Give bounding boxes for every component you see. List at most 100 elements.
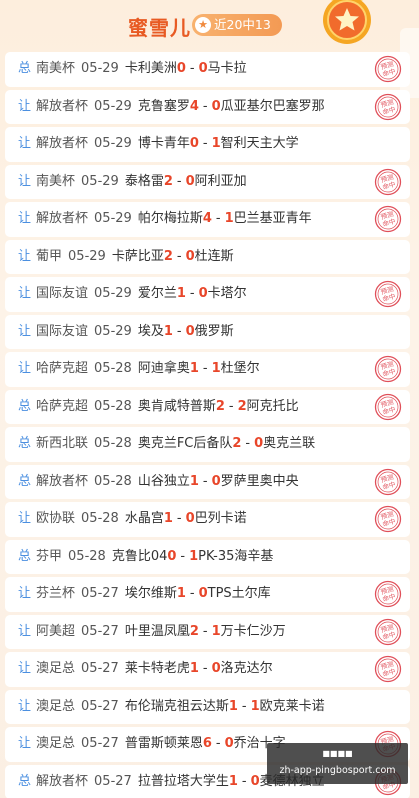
home-team: 埃及 [137, 323, 164, 339]
match-row[interactable]: 总芬甲 05-28 克鲁比040-1PK-35海辛基 [5, 539, 410, 574]
match-type: 总 [18, 61, 32, 76]
match-row[interactable]: 让澳足总 05-27 莱卡特老虎1-0洛克达尔 预测 命中 [5, 652, 410, 687]
match-date: 05-29 [81, 61, 119, 76]
home-team: 奥肯咸特普斯 [137, 398, 216, 414]
away-team: 阿克托比 [246, 398, 299, 414]
match-type: 总 [18, 473, 32, 489]
star-icon: ★ [195, 17, 211, 33]
match-type: 让 [18, 211, 32, 226]
home-score: 0 [167, 548, 177, 564]
home-score: 2 [232, 436, 242, 451]
away-score: 0 [185, 173, 195, 189]
match-type: 让 [18, 736, 32, 751]
home-team: 泰格雷 [124, 173, 164, 189]
match-row[interactable]: 让解放者杯 05-29 帕尔梅拉斯4-1巴兰基亚青年 预测 命中 [5, 202, 410, 237]
home-team: 拉普拉塔大学生 [137, 773, 229, 789]
away-team: 万卡仁沙万 [220, 623, 286, 639]
away-score: 0 [211, 98, 221, 114]
home-team: 水晶宫 [124, 511, 164, 526]
hit-stamp-icon: 预测命中 [374, 580, 402, 608]
league-name: 澳足总 [36, 736, 76, 751]
hit-stamp-icon: 预测命中 [374, 468, 402, 495]
match-row[interactable]: 让澳足总 05-27 布伦瑞克祖云达斯1-1欧克莱卡诺 [5, 689, 410, 724]
hit-stamp-icon: 预测命中 [374, 505, 402, 533]
away-score: 0 [185, 248, 195, 264]
match-list: 总南美杯 05-29 卡利美洲0-0马卡拉 预测 命中让解放者杯 05-29 克鲁塞罗4-0… [5, 52, 410, 798]
home-score: 4 [202, 211, 212, 226]
match-type: 总 [18, 398, 32, 414]
hit-stamp-icon: 预测命中 [374, 618, 402, 645]
match-row[interactable]: 让哈萨克超 05-28 阿迪拿奥1-1杜堡尔 预测 命中 [5, 352, 410, 387]
record-badge: ★ 近20中13 [192, 14, 282, 36]
match-type: 让 [18, 286, 32, 301]
match-date: 05-27 [94, 773, 132, 789]
league-name: 南美杯 [36, 173, 76, 189]
score-separator: - [189, 586, 195, 601]
away-score: 0 [211, 473, 221, 489]
hit-stamp-icon: 预测命中 [374, 393, 402, 420]
match-row[interactable]: 总南美杯 05-29 卡利美洲0-0马卡拉 预测 命中 [5, 52, 410, 87]
home-score: 1 [163, 323, 173, 339]
match-type: 让 [18, 98, 32, 114]
match-row[interactable]: 让芬兰杯 05-27 埃尔维斯1-0TPS土尔库 预测 命中 [5, 577, 410, 612]
away-team: 杜堡尔 [220, 361, 260, 376]
home-score: 0 [189, 136, 199, 151]
match-type: 让 [18, 173, 32, 189]
match-row[interactable]: 让解放者杯 05-29 克鲁塞罗4-0瓜亚基尔巴塞罗那 预测 命中 [5, 89, 410, 124]
match-date: 05-28 [94, 361, 132, 376]
hit-stamp-icon: 预测命中 [374, 280, 402, 308]
match-row[interactable]: 总解放者杯 05-28 山谷独立1-0罗萨里奥中央 预测 命中 [5, 464, 410, 499]
match-row[interactable]: 让解放者杯 05-29 博卡青年0-1智利天主大学 [5, 127, 410, 162]
home-team: 布伦瑞克祖云达斯 [124, 698, 229, 714]
match-row[interactable]: 让南美杯 05-29 泰格雷2-0阿利亚加 预测 命中 [5, 164, 410, 199]
match-row[interactable]: 总哈萨克超 05-28 奥肯咸特普斯2-2阿克托比 预测 命中 [5, 389, 410, 424]
home-score: 1 [176, 286, 186, 301]
match-date: 05-27 [81, 661, 119, 676]
league-name: 解放者杯 [36, 136, 89, 151]
league-name: 哈萨克超 [36, 398, 89, 414]
score-separator: - [176, 323, 182, 339]
away-team: PK-35海辛基 [198, 548, 274, 564]
match-type: 总 [18, 773, 32, 789]
league-name: 澳足总 [36, 698, 76, 714]
match-type: 让 [18, 511, 32, 526]
away-score: 0 [198, 586, 208, 601]
match-type: 总 [18, 436, 32, 451]
score-separator: - [202, 98, 208, 114]
match-row[interactable]: 让欧协联 05-28 水晶宫1-0巴列卡诺 预测 命中 [5, 502, 410, 537]
league-name: 国际友谊 [36, 323, 89, 339]
away-team: 杜连斯 [194, 248, 234, 264]
match-type: 让 [18, 136, 32, 151]
home-team: 爱尔兰 [137, 286, 177, 301]
league-name: 解放者杯 [36, 211, 89, 226]
league-name: 欧协联 [36, 511, 76, 526]
home-score: 6 [202, 736, 212, 751]
match-row[interactable]: 让国际友谊 05-29 爱尔兰1-0卡塔尔 预测 命中 [5, 277, 410, 312]
hit-stamp-icon: 预测命中 [374, 93, 402, 120]
away-score: 2 [237, 398, 247, 414]
match-date: 05-29 [94, 136, 132, 151]
score-separator: - [176, 511, 182, 526]
match-row[interactable]: 总新西北联 05-28 奥克兰FC后备队2-0奥克兰联 [5, 427, 410, 462]
match-type: 让 [18, 586, 32, 601]
match-date: 05-29 [94, 98, 132, 114]
away-score: 0 [254, 436, 264, 451]
away-score: 0 [211, 661, 221, 676]
match-row[interactable]: 让阿美超 05-27 叶里温凤凰2-1万卡仁沙万 预测 命中 [5, 614, 410, 649]
home-team: 卡利美洲 [124, 61, 177, 76]
watermark-url: zh-app-pingbosport.com [279, 765, 396, 776]
league-name: 解放者杯 [36, 473, 89, 489]
match-row[interactable]: 让葡甲 05-29 卡萨比亚2-0杜连斯 [5, 239, 410, 274]
away-score: 1 [250, 698, 260, 714]
match-date: 05-29 [81, 173, 119, 189]
league-name: 解放者杯 [36, 773, 89, 789]
away-team: 巴列卡诺 [194, 511, 247, 526]
home-score: 1 [228, 698, 238, 714]
record-badge-text: 近20中13 [214, 17, 271, 32]
home-team: 克鲁比04 [111, 548, 168, 564]
league-name: 阿美超 [36, 623, 76, 639]
score-separator: - [202, 136, 208, 151]
match-type: 让 [18, 248, 32, 264]
score-separator: - [241, 698, 247, 714]
match-row[interactable]: 让国际友谊 05-29 埃及1-0俄罗斯 [5, 314, 410, 349]
